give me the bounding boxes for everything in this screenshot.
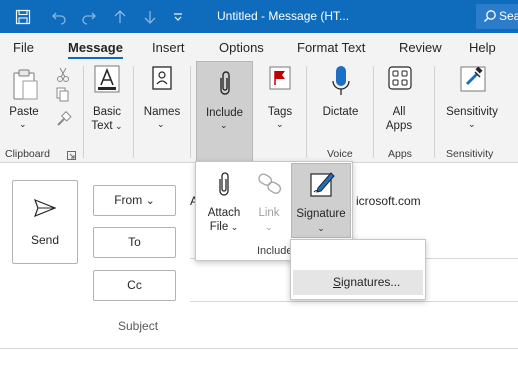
signature-menu: Signatures... [290,239,426,300]
ribbon-tabs: File Message Insert Options Format Text … [0,33,518,61]
basic-text-button[interactable]: Basic Text ⌄ [86,61,128,146]
tab-file[interactable]: File [13,40,34,55]
separator [434,66,435,158]
all-apps-button[interactable]: All Apps [378,61,420,146]
tab-help[interactable]: Help [469,40,496,55]
separator [133,66,134,158]
group-label-apps: Apps [388,148,412,160]
link-button[interactable]: Link ⌄ [252,163,286,237]
send-button[interactable]: Send [12,180,78,264]
paperclip-icon [217,171,231,200]
send-label: Send [30,233,60,247]
names-label: Names [143,106,181,118]
redo-icon[interactable] [78,0,100,33]
include-label: Include [205,107,244,119]
ribbon: Paste ⌄ Clipboard Basic Text ⌄ Names ⌄ In… [0,61,518,163]
tab-options[interactable]: Options [219,40,264,55]
apps-grid-icon [388,66,412,93]
separator [373,66,374,158]
chevron-down-icon: ⌄ [220,120,228,130]
chevron-down-icon: ⌄ [157,119,165,129]
tags-label: Tags [267,106,293,118]
basic-text-label: Basic Text ⌄ [91,106,123,132]
signature-icon [309,170,335,201]
flag-icon [268,65,292,94]
sensitivity-label: Sensitivity [446,106,498,118]
group-label-clipboard: Clipboard [5,148,50,160]
tab-format-text[interactable]: Format Text [297,40,365,55]
paperclip-icon [217,70,233,99]
all-apps-label: All Apps [385,106,413,132]
send-icon [33,198,57,220]
font-color-icon [94,65,120,96]
signature-label: Signature ⌄ [296,208,346,233]
microphone-icon [331,65,351,100]
search-label: Search [499,9,518,23]
separator [83,66,84,158]
customize-toolbar-icon[interactable] [168,0,188,33]
link-label: Link ⌄ [258,207,280,232]
copy-icon[interactable] [56,87,70,106]
names-button[interactable]: Names ⌄ [140,61,184,146]
arrow-up-icon[interactable] [110,0,130,33]
address-book-icon [151,65,173,94]
dialog-launcher-icon[interactable] [67,149,76,163]
tab-insert[interactable]: Insert [152,40,185,55]
chevron-down-icon: ⌄ [19,119,27,129]
undo-icon[interactable] [48,0,70,33]
paste-icon [12,67,38,104]
search-icon[interactable] [483,9,497,26]
dictate-button[interactable]: Dictate [313,61,368,146]
chevron-down-icon: ⌄ [145,195,155,207]
sensitivity-icon [459,65,487,96]
format-painter-icon[interactable] [56,111,72,130]
title-bar: Untitled - Message (HT... [0,0,518,33]
subject-underline [0,348,518,349]
signature-button[interactable]: Signature ⌄ [291,163,351,238]
signatures-label: ignatures... [341,275,401,289]
from-button[interactable]: From ⌄ [93,185,176,216]
separator [190,66,191,158]
from-value-end: icrosoft.com [356,194,421,208]
cc-underline [190,301,518,302]
arrow-down-icon[interactable] [140,0,160,33]
sensitivity-button[interactable]: Sensitivity ⌄ [439,61,505,146]
window-title: Untitled - Message (HT... [217,9,350,23]
group-label-sensitivity: Sensitivity [446,148,494,160]
include-button[interactable]: Include ⌄ [196,61,253,163]
group-label-include: Include [257,245,293,257]
tab-review[interactable]: Review [399,40,442,55]
group-label-voice: Voice [327,148,353,160]
signatures-menu-item[interactable]: Signatures... [293,270,423,295]
paste-label: Paste [9,106,39,118]
save-icon[interactable] [12,0,34,33]
tags-button[interactable]: Tags ⌄ [259,61,301,146]
cut-icon[interactable] [56,67,70,86]
to-button[interactable]: To [93,227,176,258]
signatures-accelerator: S [333,275,342,289]
subject-label: Subject [118,319,159,333]
attach-file-button[interactable]: Attach File ⌄ [200,163,248,237]
dictate-label: Dictate [322,106,359,118]
cc-button[interactable]: Cc [93,270,176,301]
from-label: From [114,193,143,207]
chevron-down-icon: ⌄ [276,119,284,129]
paste-button[interactable]: Paste ⌄ [4,61,44,146]
separator [306,66,307,158]
link-icon [257,173,283,198]
attach-file-label: Attach File ⌄ [207,207,241,233]
tab-message[interactable]: Message [68,40,123,59]
chevron-down-icon: ⌄ [468,119,476,129]
